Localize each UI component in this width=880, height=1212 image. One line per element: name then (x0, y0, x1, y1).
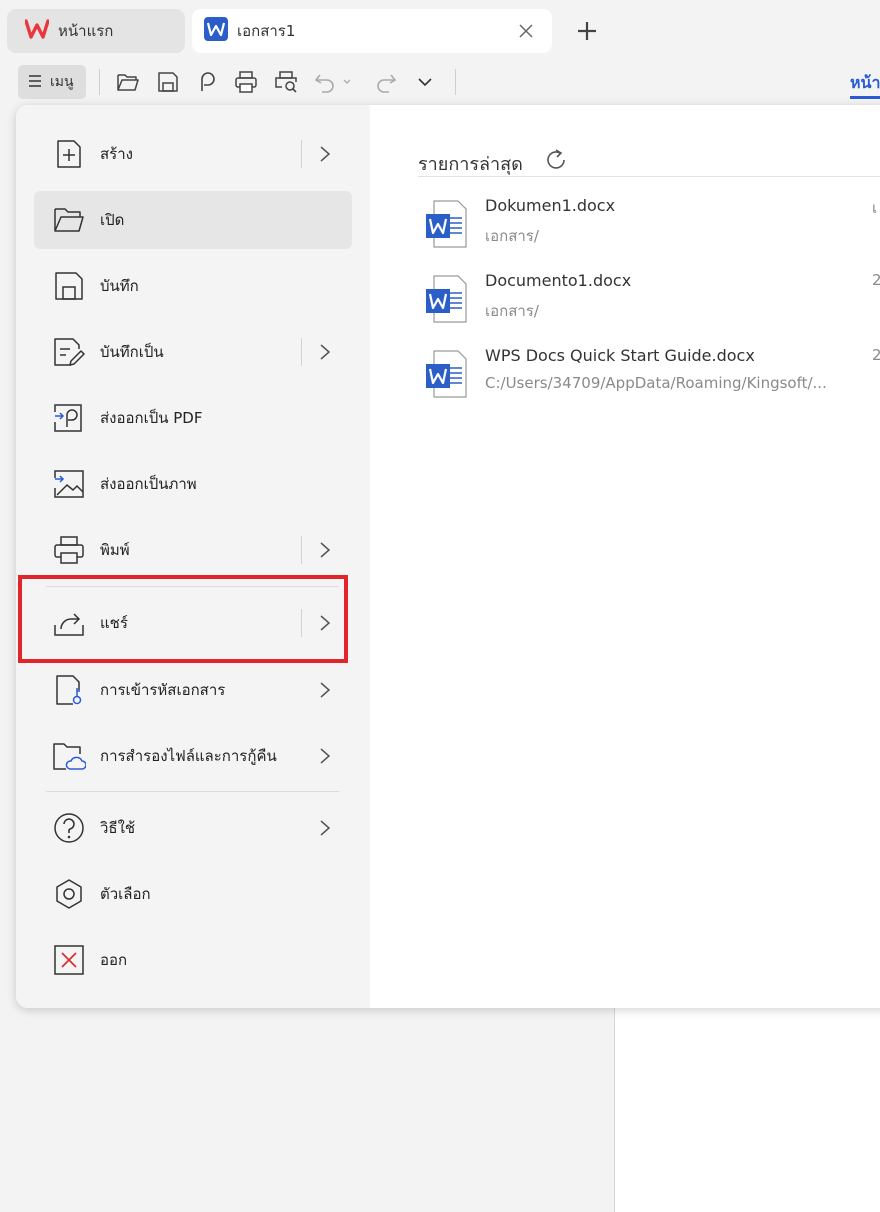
export-pdf-icon (52, 401, 86, 435)
export-pdf-icon[interactable] (192, 67, 222, 97)
hamburger-icon (28, 73, 42, 92)
tab-home[interactable]: หน้าแรก (7, 9, 185, 53)
toolbar-divider (99, 69, 100, 95)
plus-icon (578, 22, 596, 40)
menu-item-label: ออก (100, 951, 128, 969)
new-doc-icon (52, 137, 86, 171)
options-icon (52, 877, 86, 911)
word-file-icon (426, 200, 468, 248)
file-date: 2 (872, 271, 880, 289)
print-icon[interactable] (231, 67, 261, 97)
menu-item-backup[interactable]: การสำรองไฟล์และการกู้คืน (34, 727, 352, 785)
file-date: เ (872, 199, 878, 217)
print-preview-icon[interactable] (271, 67, 301, 97)
menu-item-exit[interactable]: ออก (34, 931, 352, 989)
menu-item-label: พิมพ์ (100, 541, 130, 559)
dropdown-icon[interactable] (410, 67, 440, 97)
refresh-icon[interactable] (544, 148, 568, 172)
recent-divider (418, 176, 880, 177)
backup-icon (52, 739, 86, 773)
chevron-right-icon[interactable] (316, 145, 334, 163)
file-menu-panel: สร้าง เปิด บันทึก บันทึกเป็น ส่งออกเป็น … (16, 105, 880, 1008)
redo-icon[interactable] (372, 67, 402, 97)
export-image-icon (52, 467, 86, 501)
menu-item-new[interactable]: สร้าง (34, 125, 352, 183)
menu-item-label: บันทึก (100, 277, 139, 295)
file-name: WPS Docs Quick Start Guide.docx (485, 346, 755, 365)
recent-file-row[interactable]: Dokumen1.docx เอกสาร/ เ (418, 196, 880, 256)
menu-item-open[interactable]: เปิด (34, 191, 352, 249)
recent-files-title: รายการล่าสุด (418, 154, 523, 175)
menu-item-help[interactable]: วิธีใช้ (34, 799, 352, 857)
save-icon[interactable] (153, 67, 183, 97)
menu-item-save-as[interactable]: บันทึกเป็น (34, 323, 352, 381)
share-highlight-box (18, 575, 348, 663)
menu-item-divider (301, 140, 302, 168)
menu-item-divider (301, 338, 302, 366)
menu-item-label: ตัวเลือก (100, 885, 151, 903)
menu-item-label: เปิด (100, 211, 125, 229)
tab-document-label: เอกสาร1 (237, 22, 296, 40)
tab-home-label: หน้าแรก (58, 22, 114, 40)
wps-logo-icon (24, 19, 50, 43)
menu-button-label: เมนู (50, 74, 74, 90)
word-file-icon (426, 350, 468, 398)
exit-icon (52, 943, 86, 977)
document-page (614, 1000, 880, 1212)
new-tab-button[interactable] (572, 16, 602, 46)
menu-item-label: ส่งออกเป็นภาพ (100, 475, 197, 493)
menu-item-label: ส่งออกเป็น PDF (100, 409, 203, 427)
menu-item-encrypt[interactable]: การเข้ารหัสเอกสาร (34, 661, 352, 719)
chevron-right-icon[interactable] (316, 681, 334, 699)
word-file-icon (426, 275, 468, 323)
menu-item-label: สร้าง (100, 145, 133, 163)
file-date: 2 (872, 346, 880, 364)
recent-file-row[interactable]: Documento1.docx เอกสาร/ 2 (418, 271, 880, 331)
chevron-right-icon[interactable] (316, 747, 334, 765)
file-name: Documento1.docx (485, 271, 632, 290)
recent-file-row[interactable]: WPS Docs Quick Start Guide.docx C:/Users… (418, 346, 880, 406)
chevron-right-icon[interactable] (316, 541, 334, 559)
menu-item-print[interactable]: พิมพ์ (34, 521, 352, 579)
menu-item-label: การสำรองไฟล์และการกู้คืน (100, 747, 277, 765)
chevron-right-icon[interactable] (316, 819, 334, 837)
menu-item-export-image[interactable]: ส่งออกเป็นภาพ (34, 455, 352, 513)
menu-item-save[interactable]: บันทึก (34, 257, 352, 315)
ribbon-tab-underline (850, 96, 880, 99)
help-icon (52, 811, 86, 845)
menu-item-label: การเข้ารหัสเอกสาร (100, 681, 226, 699)
save-as-icon (52, 335, 86, 369)
chevron-right-icon[interactable] (316, 343, 334, 361)
menu-item-options[interactable]: ตัวเลือก (34, 865, 352, 923)
word-doc-icon (204, 17, 228, 45)
open-folder-icon[interactable] (113, 67, 143, 97)
menu-item-export-pdf[interactable]: ส่งออกเป็น PDF (34, 389, 352, 447)
print-icon (52, 533, 86, 567)
file-path: C:/Users/34709/AppData/Roaming/Kingsoft/… (485, 374, 827, 392)
menu-item-divider (301, 536, 302, 564)
tab-document[interactable]: เอกสาร1 (192, 9, 552, 53)
toolbar-divider (455, 69, 456, 95)
encrypt-icon (52, 673, 86, 707)
menu-item-label: บันทึกเป็น (100, 343, 164, 361)
close-tab-icon[interactable] (514, 19, 538, 43)
file-path: เอกสาร/ (485, 302, 539, 320)
file-name: Dokumen1.docx (485, 196, 616, 215)
file-path: เอกสาร/ (485, 227, 539, 245)
menu-divider (46, 791, 339, 792)
menu-left-column: สร้าง เปิด บันทึก บันทึกเป็น ส่งออกเป็น … (16, 105, 370, 1008)
undo-icon[interactable] (312, 67, 354, 97)
menu-button[interactable]: เมนู (18, 65, 86, 99)
open-folder-icon (52, 203, 86, 237)
ribbon-tab-home[interactable]: หน้า (850, 71, 880, 96)
save-icon (52, 269, 86, 303)
menu-item-label: วิธีใช้ (100, 819, 136, 837)
